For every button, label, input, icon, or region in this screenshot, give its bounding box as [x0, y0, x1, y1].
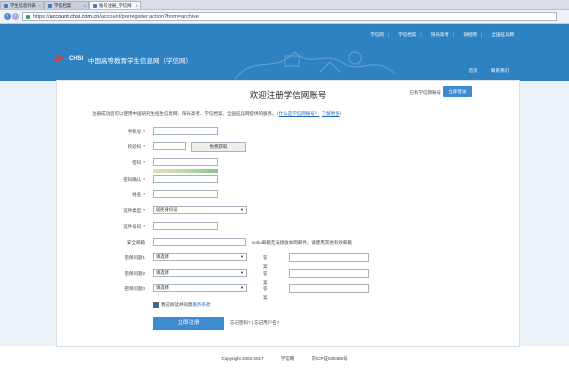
id-type-select[interactable]: 居民身份证 ▼	[153, 206, 247, 214]
chevron-down-icon: ▼	[240, 270, 244, 275]
back-icon[interactable]: ‹	[4, 13, 11, 20]
url-path: /account/preregister.action?from=archive	[99, 14, 199, 20]
copyright-text: Copyright 2003-2017	[221, 356, 264, 361]
forgot-links: 忘记密码? | 忘记用户名?	[230, 320, 279, 326]
answer-2-input[interactable]	[289, 269, 369, 278]
nav-separator: |	[480, 32, 483, 37]
tab-favicon-icon	[48, 3, 52, 8]
chevron-down-icon: ▼	[240, 254, 244, 259]
name-label: 姓名 *	[132, 192, 145, 197]
login-button[interactable]: 立即登录	[443, 86, 472, 97]
nav-link[interactable]: 研招网	[463, 32, 477, 37]
header-secondary-links: 首页 联系我们	[457, 68, 509, 74]
close-icon[interactable]: ×	[84, 2, 86, 9]
answer-3-input[interactable]	[289, 284, 369, 293]
password-input[interactable]	[153, 158, 218, 166]
browser-tab-strip: 学生信息列表 × 学信档案 × 账号注册_学信网 ×	[0, 0, 569, 10]
close-icon[interactable]: ×	[39, 2, 41, 9]
id-type-label: 证件类型 *	[123, 208, 145, 213]
register-card: 欢迎注册学信网账号 已有学信网账号 立即登录 注册成功后可以使用中国研究生招生信…	[56, 80, 520, 347]
intro-close-paren: ）	[339, 111, 345, 116]
tab-label: 学生信息列表	[10, 3, 36, 8]
nav-link[interactable]: 阳光高考	[431, 32, 449, 37]
captcha-input[interactable]	[153, 142, 186, 150]
already-have-account-label: 已有学信网账号	[409, 90, 442, 95]
intro-text: 注册成功后可以使用中国研究生招生信息网、阳光高考、学信档案、全国征兵网提供的服务…	[92, 111, 344, 117]
forgot-username-link[interactable]: 忘记用户名?	[254, 320, 279, 325]
site-header: 学信网 | 学信档案 | 阳光高考 | 研招网 | 全国征兵网 CHSI 中国高等教育学…	[0, 24, 569, 81]
question-1-select[interactable]: 请选择 ▼	[153, 253, 247, 261]
top-nav: 学信网 | 学信档案 | 阳光高考 | 研招网 | 全国征兵网	[362, 32, 514, 38]
page-footer: Copyright 2003-2017 学信网 京ICP证030485号	[0, 356, 569, 362]
email-input[interactable]	[153, 238, 246, 246]
password-strength-bar	[153, 169, 218, 173]
register-button[interactable]: 立即注册	[153, 317, 224, 330]
password-confirm-label: 密码确认 *	[123, 177, 145, 182]
get-code-button[interactable]: 免费获取	[191, 142, 246, 152]
intro-text-body: 注册成功后可以使用中国研究生招生信息网、阳光高考、学信档案、全国征兵网提供的服务…	[92, 111, 279, 116]
question-1-label: 密保问题1	[124, 255, 145, 260]
home-link[interactable]: 首页	[469, 68, 478, 73]
tab-label: 账号注册_学信网	[99, 3, 132, 8]
url-field[interactable]: https://account.chsi.com.cn/account/prer…	[22, 12, 557, 21]
nav-separator: |	[420, 32, 422, 37]
tab-favicon-icon	[93, 3, 97, 8]
logo-name: 中国高等教育学生信息网（学信网）	[88, 58, 192, 65]
password-label: 密码 *	[132, 160, 145, 165]
tab-favicon-icon	[4, 3, 8, 8]
answer-1-input[interactable]	[289, 253, 369, 262]
logo-brand: CHSI	[69, 56, 84, 62]
chevron-down-icon: ▼	[240, 285, 244, 290]
header-decoration-image	[234, 51, 396, 80]
url-scheme: https://	[33, 14, 50, 20]
browser-tab-active[interactable]: 账号注册_学信网 ×	[89, 1, 141, 9]
agree-terms: 我已阅读并同意服务条款	[153, 302, 211, 308]
what-is-account-link[interactable]: 什么是学信网账号？	[279, 111, 320, 116]
nav-link[interactable]: 学信档案	[398, 32, 416, 37]
name-input[interactable]	[153, 190, 218, 198]
id-number-label: 证件号码 *	[123, 224, 145, 229]
captcha-label: 校验码 *	[127, 144, 145, 149]
password-confirm-input[interactable]	[153, 175, 218, 183]
tab-label: 学信档案	[54, 3, 72, 8]
answer-3-label: 答案	[263, 286, 268, 300]
icp-text: 京ICP证030485号	[311, 356, 348, 361]
nav-link[interactable]: 全国征兵网	[492, 32, 515, 37]
agree-text: 我已阅读并同意	[161, 302, 193, 308]
browser-tab[interactable]: 学生信息列表 ×	[0, 1, 44, 9]
chevron-down-icon: ▼	[240, 207, 244, 212]
id-number-input[interactable]	[153, 222, 218, 230]
question-2-label: 密保问题2	[124, 271, 145, 276]
browser-tab[interactable]: 学信档案 ×	[44, 1, 89, 9]
nav-separator: |	[387, 32, 389, 37]
contact-link[interactable]: 联系我们	[491, 68, 509, 73]
email-hint: sohu邮箱无法接收本网邮件，请使用其他有效邮箱	[252, 240, 352, 245]
url-host: account.chsi.com.cn	[49, 14, 100, 20]
learn-more-link[interactable]: 了解更多	[322, 111, 340, 116]
lock-icon	[26, 15, 30, 19]
question-2-select[interactable]: 请选择 ▼	[153, 269, 247, 277]
nav-link[interactable]: 学信网	[370, 32, 384, 37]
question-3-select[interactable]: 请选择 ▼	[153, 284, 247, 292]
terms-link[interactable]: 服务条款	[193, 302, 211, 307]
forward-icon[interactable]: ›	[12, 13, 19, 20]
bird-logo-icon	[53, 54, 64, 62]
mobile-label: 手机号 *	[127, 129, 145, 134]
email-label: 安全邮箱	[127, 240, 145, 245]
close-icon[interactable]: ×	[136, 2, 138, 9]
question-3-label: 密保问题3	[124, 286, 145, 291]
footer-site-link[interactable]: 学信网	[281, 356, 295, 361]
nav-separator: |	[452, 32, 455, 37]
forgot-password-link[interactable]: 忘记密码?	[230, 320, 251, 325]
address-bar: ‹ › https://account.chsi.com.cn/account/…	[0, 10, 569, 24]
mobile-input[interactable]	[153, 127, 218, 135]
agree-checkbox[interactable]	[153, 302, 159, 308]
